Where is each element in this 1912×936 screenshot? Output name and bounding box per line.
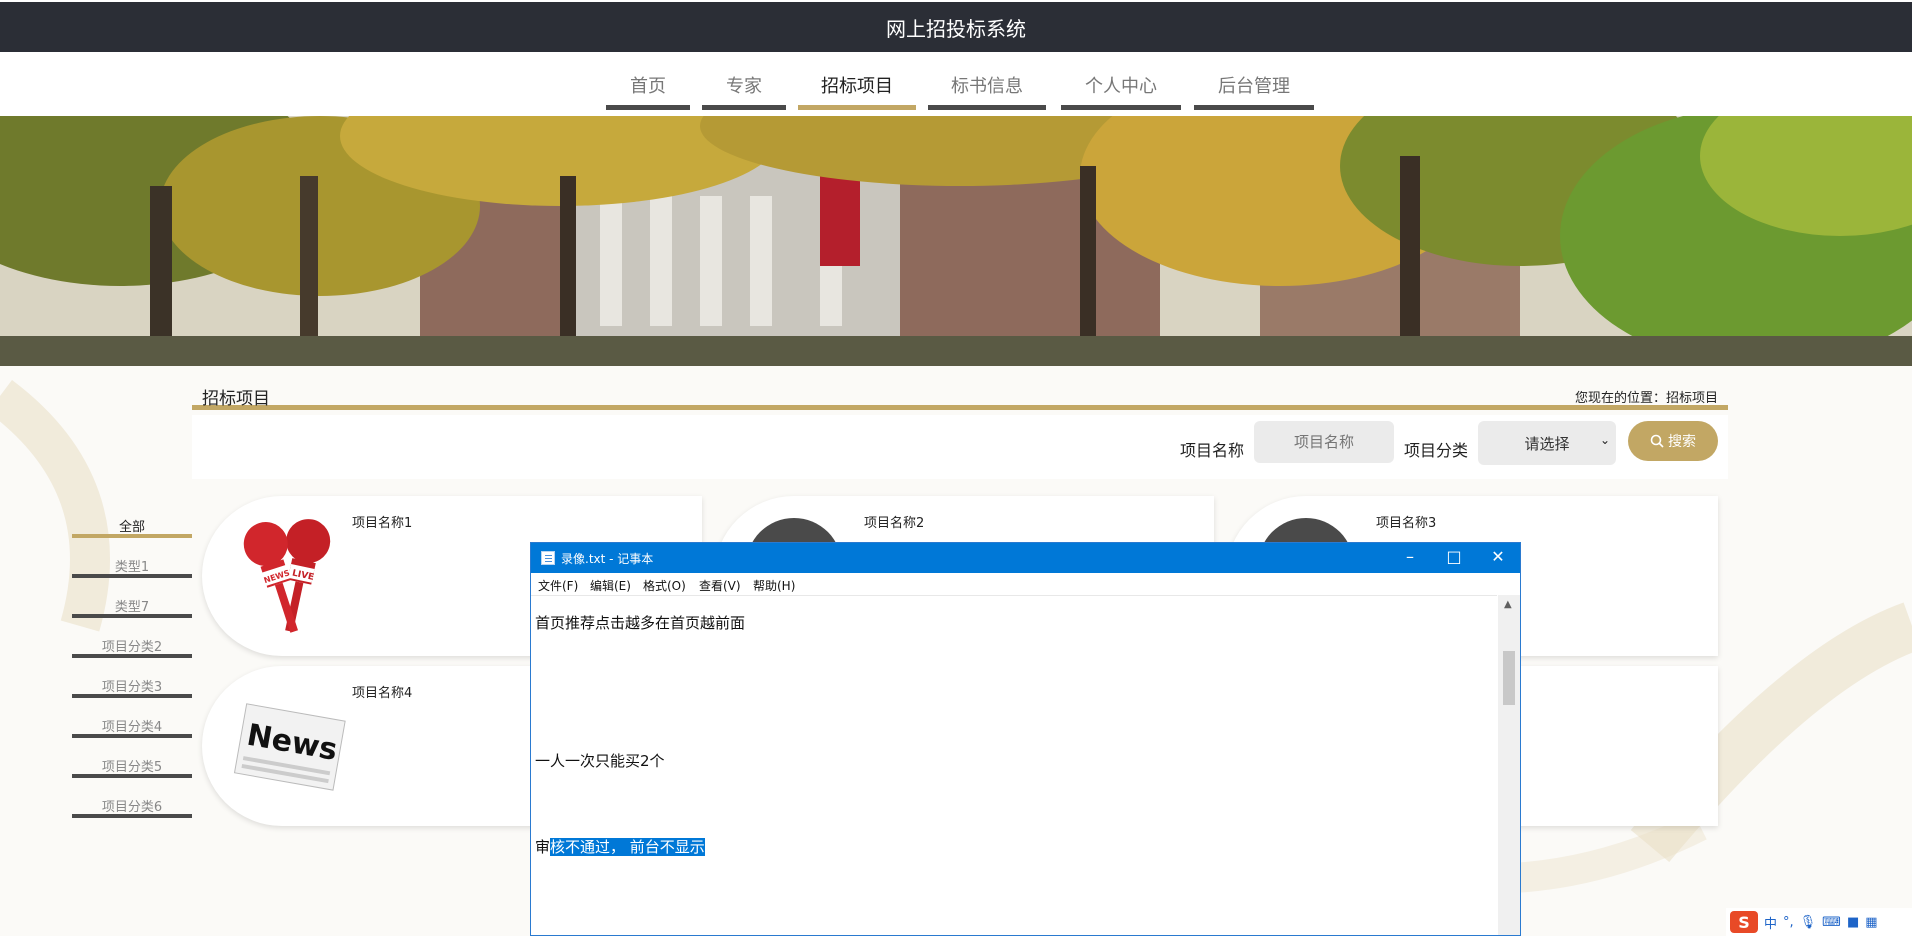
- hero-banner: [0, 116, 1912, 366]
- project-name[interactable]: 项目名称2: [864, 512, 924, 531]
- notepad-window[interactable]: 录像.txt - 记事本 – □ ✕ 文件(F) 编辑(E) 格式(O) 查看(…: [530, 542, 1521, 936]
- ime-mode-indicator[interactable]: 中: [1764, 913, 1777, 932]
- nav-item-bid-info[interactable]: 标书信息: [928, 70, 1046, 110]
- search-icon: [1650, 434, 1664, 448]
- text-line: 审核不通过， 前台不显示: [535, 836, 705, 857]
- notepad-title: 录像.txt - 记事本: [561, 552, 654, 566]
- breadcrumb-current[interactable]: 招标项目: [1666, 391, 1718, 406]
- search-button-label: 搜索: [1668, 434, 1696, 450]
- close-icon[interactable]: ✕: [1476, 543, 1520, 573]
- sidebar-item-type1[interactable]: 类型1: [72, 552, 192, 578]
- menu-file[interactable]: 文件(F): [538, 577, 578, 594]
- project-category-label: 项目分类: [1404, 441, 1469, 460]
- chevron-down-icon: ⌄: [1599, 433, 1610, 447]
- menu-format[interactable]: 格式(O): [643, 577, 686, 594]
- category-selected-value: 请选择: [1524, 434, 1570, 453]
- nav-item-bidding-projects[interactable]: 招标项目: [798, 70, 916, 110]
- nav-item-personal-center[interactable]: 个人中心: [1061, 70, 1181, 110]
- sogou-ime-logo[interactable]: S: [1730, 911, 1758, 933]
- section-header: 招标项目 您现在的位置：招标项目: [192, 380, 1728, 410]
- ime-toolbar: S 中 °, 🎙 ⌨ ■ ▦: [1726, 908, 1912, 936]
- site-title: 网上招投标系统: [886, 16, 1026, 41]
- selected-text: 核不通过， 前台不显示: [550, 838, 705, 856]
- microphone-icon[interactable]: 🎙: [1800, 915, 1817, 930]
- search-button[interactable]: 搜索: [1628, 421, 1718, 461]
- sidebar-item-category6[interactable]: 项目分类6: [72, 792, 192, 818]
- main-nav: 首页 专家 招标项目 标书信息 个人中心 后台管理: [0, 52, 1912, 116]
- menu-edit[interactable]: 编辑(E): [590, 577, 631, 594]
- project-name[interactable]: 项目名称4: [352, 682, 412, 701]
- menu-view[interactable]: 查看(V): [699, 577, 741, 594]
- breadcrumb-prefix: 您现在的位置：: [1574, 391, 1666, 406]
- scrollbar-thumb[interactable]: [1503, 651, 1515, 705]
- site-header: 网上招投标系统: [0, 2, 1912, 52]
- nav-item-admin[interactable]: 后台管理: [1194, 70, 1314, 110]
- toolbox-grid-icon[interactable]: ▦: [1865, 915, 1877, 930]
- breadcrumb: 您现在的位置：招标项目: [1575, 387, 1718, 406]
- notepad-titlebar[interactable]: 录像.txt - 记事本 – □ ✕: [531, 543, 1520, 573]
- project-name[interactable]: 项目名称3: [1376, 512, 1436, 531]
- nav-item-home[interactable]: 首页: [606, 70, 690, 110]
- news-live-microphones-icon: LIVE NEWS: [243, 519, 331, 633]
- project-name-input[interactable]: [1254, 421, 1394, 463]
- text-line: 一人一次只能买2个: [535, 752, 665, 770]
- news-newspaper-icon: News: [233, 703, 346, 791]
- project-category-select[interactable]: 请选择 ⌄: [1478, 421, 1616, 465]
- sidebar-item-category4[interactable]: 项目分类4: [72, 712, 192, 738]
- keyboard-icon[interactable]: ⌨: [1822, 915, 1841, 930]
- sidebar-item-type7[interactable]: 类型7: [72, 592, 192, 618]
- sidebar-item-all[interactable]: 全部: [72, 512, 192, 538]
- maximize-icon[interactable]: □: [1432, 543, 1476, 573]
- minimize-icon[interactable]: –: [1388, 543, 1432, 573]
- text-line: 首页推荐点击越多在首页越前面: [535, 614, 746, 632]
- punctuation-icon[interactable]: °,: [1783, 915, 1794, 930]
- notepad-menubar: 文件(F) 编辑(E) 格式(O) 查看(V) 帮助(H): [531, 573, 1520, 595]
- sidebar-item-category2[interactable]: 项目分类2: [72, 632, 192, 658]
- text-line-prefix: 审: [535, 838, 551, 856]
- sidebar-item-category5[interactable]: 项目分类5: [72, 752, 192, 778]
- notepad-icon: [541, 551, 555, 565]
- skin-shirt-icon[interactable]: ■: [1847, 915, 1859, 930]
- section-title: 招标项目: [202, 389, 270, 409]
- vertical-scrollbar[interactable]: ▲: [1498, 595, 1520, 935]
- project-name[interactable]: 项目名称1: [352, 512, 412, 531]
- notepad-text-area[interactable]: 首页推荐点击越多在首页越前面 一人一次只能买2个 审核不通过， 前台不显示: [531, 595, 1497, 935]
- search-bar: 项目名称 项目分类 请选择 ⌄ 搜索: [192, 415, 1728, 479]
- sidebar-item-category3[interactable]: 项目分类3: [72, 672, 192, 698]
- menu-help[interactable]: 帮助(H): [753, 577, 795, 594]
- campus-banner-image: [0, 116, 1912, 366]
- project-name-label: 项目名称: [1180, 441, 1245, 460]
- scroll-up-icon[interactable]: ▲: [1504, 599, 1512, 610]
- nav-item-experts[interactable]: 专家: [702, 70, 786, 110]
